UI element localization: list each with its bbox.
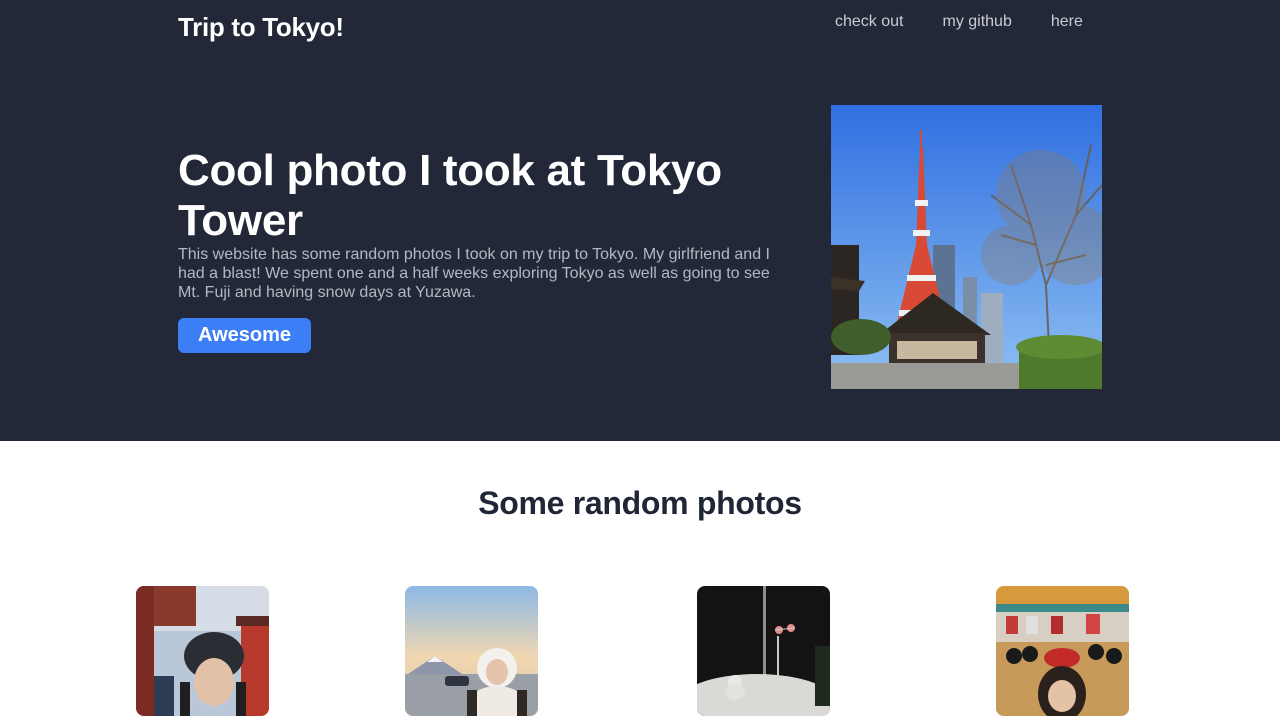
nav-link-my-github[interactable]: my github	[942, 13, 1011, 31]
nav-link-here[interactable]: here	[1051, 13, 1083, 31]
temple-portrait-photo[interactable]	[136, 586, 269, 716]
hero-description: This website has some random photos I to…	[178, 246, 770, 301]
nav-link-check-out[interactable]: check out	[835, 13, 903, 31]
hero-title: Cool photo I took at Tokyo Tower	[178, 146, 722, 245]
site-brand[interactable]: Trip to Tokyo!	[178, 12, 344, 43]
top-nav: check out my github here	[835, 13, 1083, 31]
minnie-ears-photo[interactable]	[996, 586, 1129, 716]
hero-section: Trip to Tokyo! check out my github here …	[0, 0, 1280, 441]
gallery-title: Some random photos	[478, 485, 802, 521]
tokyo-tower-photo	[831, 105, 1102, 389]
snowman-night-photo[interactable]	[697, 586, 830, 716]
mt-fuji-portrait-photo[interactable]	[405, 586, 538, 716]
awesome-button[interactable]: Awesome	[178, 318, 311, 353]
